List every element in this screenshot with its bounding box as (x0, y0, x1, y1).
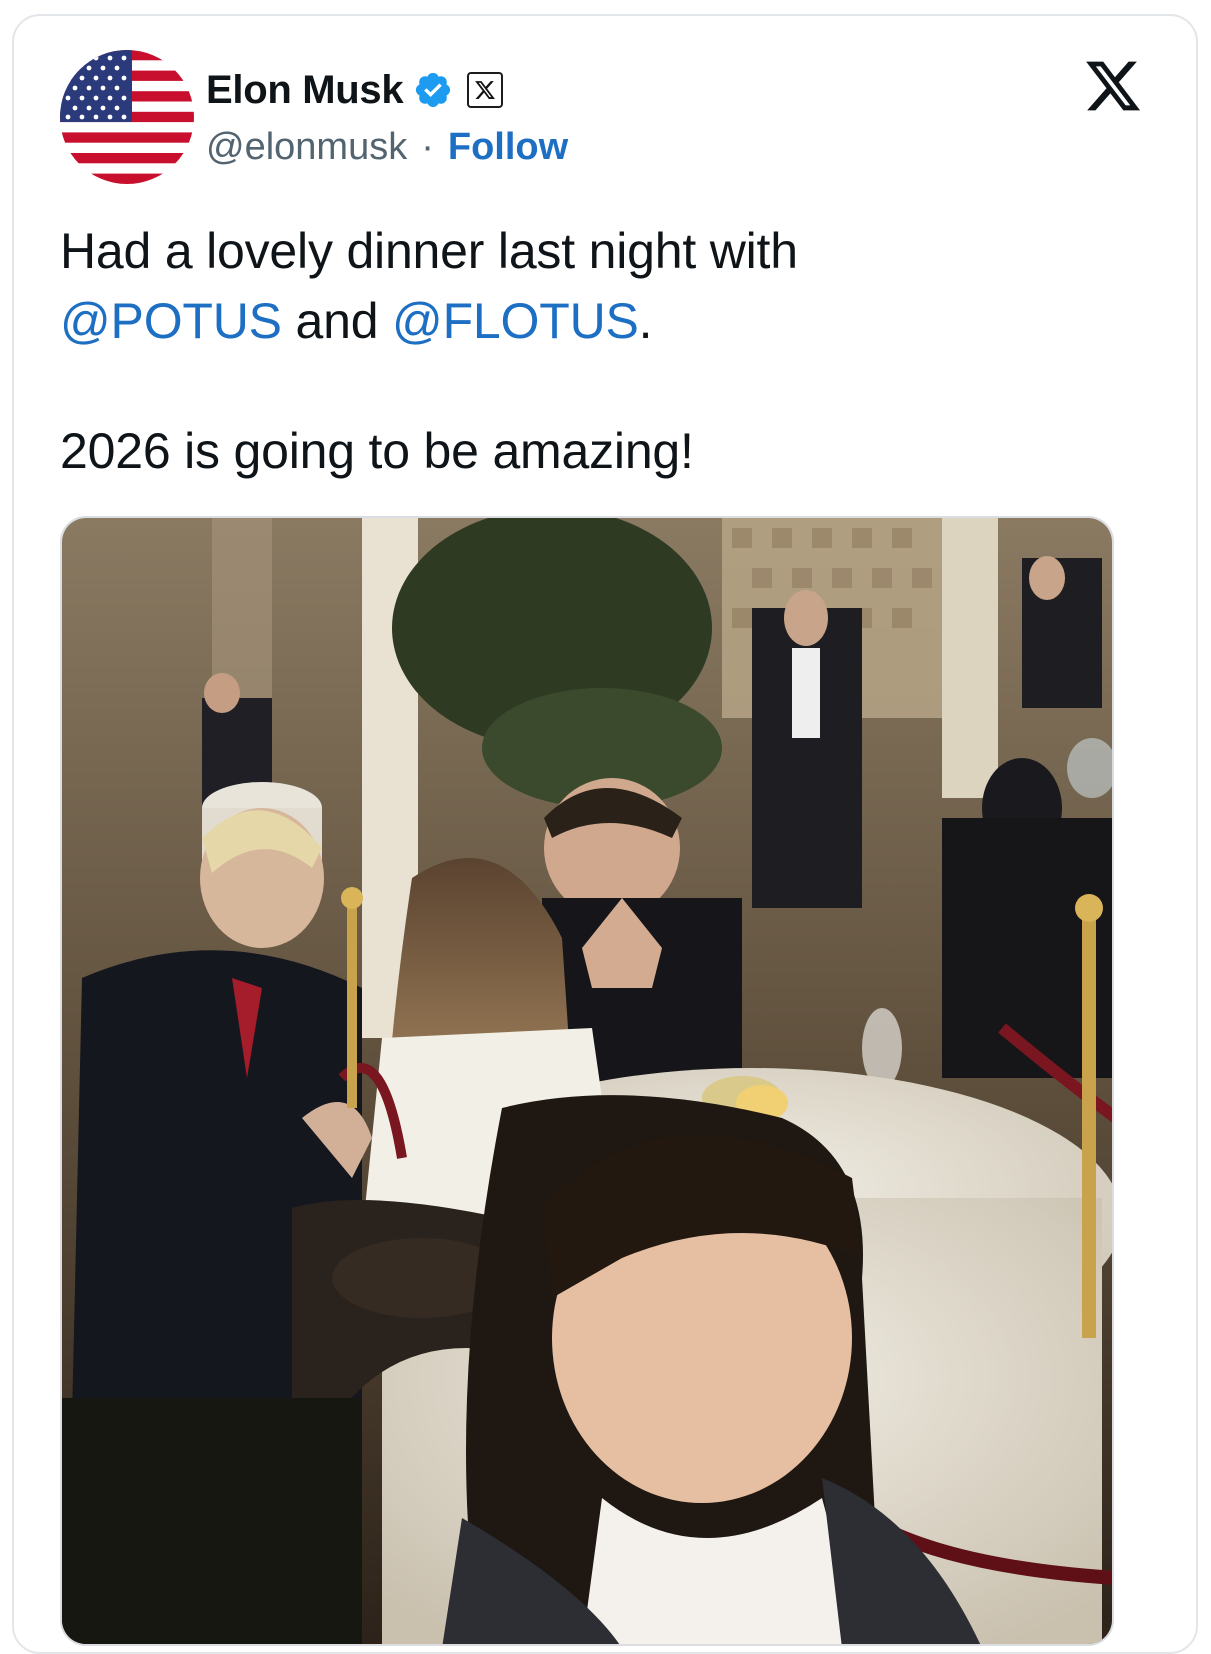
tweet-card[interactable]: Elon Musk @elonmusk · Follow Had a lovel… (12, 14, 1198, 1654)
separator-dot: · (421, 126, 434, 168)
dinner-photo-image (62, 518, 1112, 1644)
x-affiliate-badge-icon (467, 72, 504, 108)
avatar[interactable] (60, 50, 194, 184)
author-handle-row: @elonmusk · Follow (206, 126, 568, 169)
author-name-row: Elon Musk (206, 66, 504, 114)
us-flag-icon (60, 50, 194, 184)
x-logo-icon[interactable] (1082, 56, 1144, 116)
follow-button[interactable]: Follow (448, 126, 568, 169)
verified-badge-icon (416, 72, 451, 108)
tweet-line-3: 2026 is going to be amazing! (60, 423, 694, 479)
tweet-period: . (638, 293, 653, 349)
tweet-and: and (281, 293, 393, 349)
author-handle[interactable]: @elonmusk (206, 126, 407, 169)
mention-flotus[interactable]: @FLOTUS (392, 293, 639, 349)
tweet-line-2: @POTUS and @FLOTUS. (60, 286, 1160, 356)
author-name[interactable]: Elon Musk (206, 68, 404, 113)
tweet-text: Had a lovely dinner last night with @POT… (60, 216, 1160, 486)
tweet-line-1: Had a lovely dinner last night with (60, 223, 798, 279)
mention-potus[interactable]: @POTUS (60, 293, 282, 349)
tweet-photo[interactable] (60, 516, 1114, 1646)
